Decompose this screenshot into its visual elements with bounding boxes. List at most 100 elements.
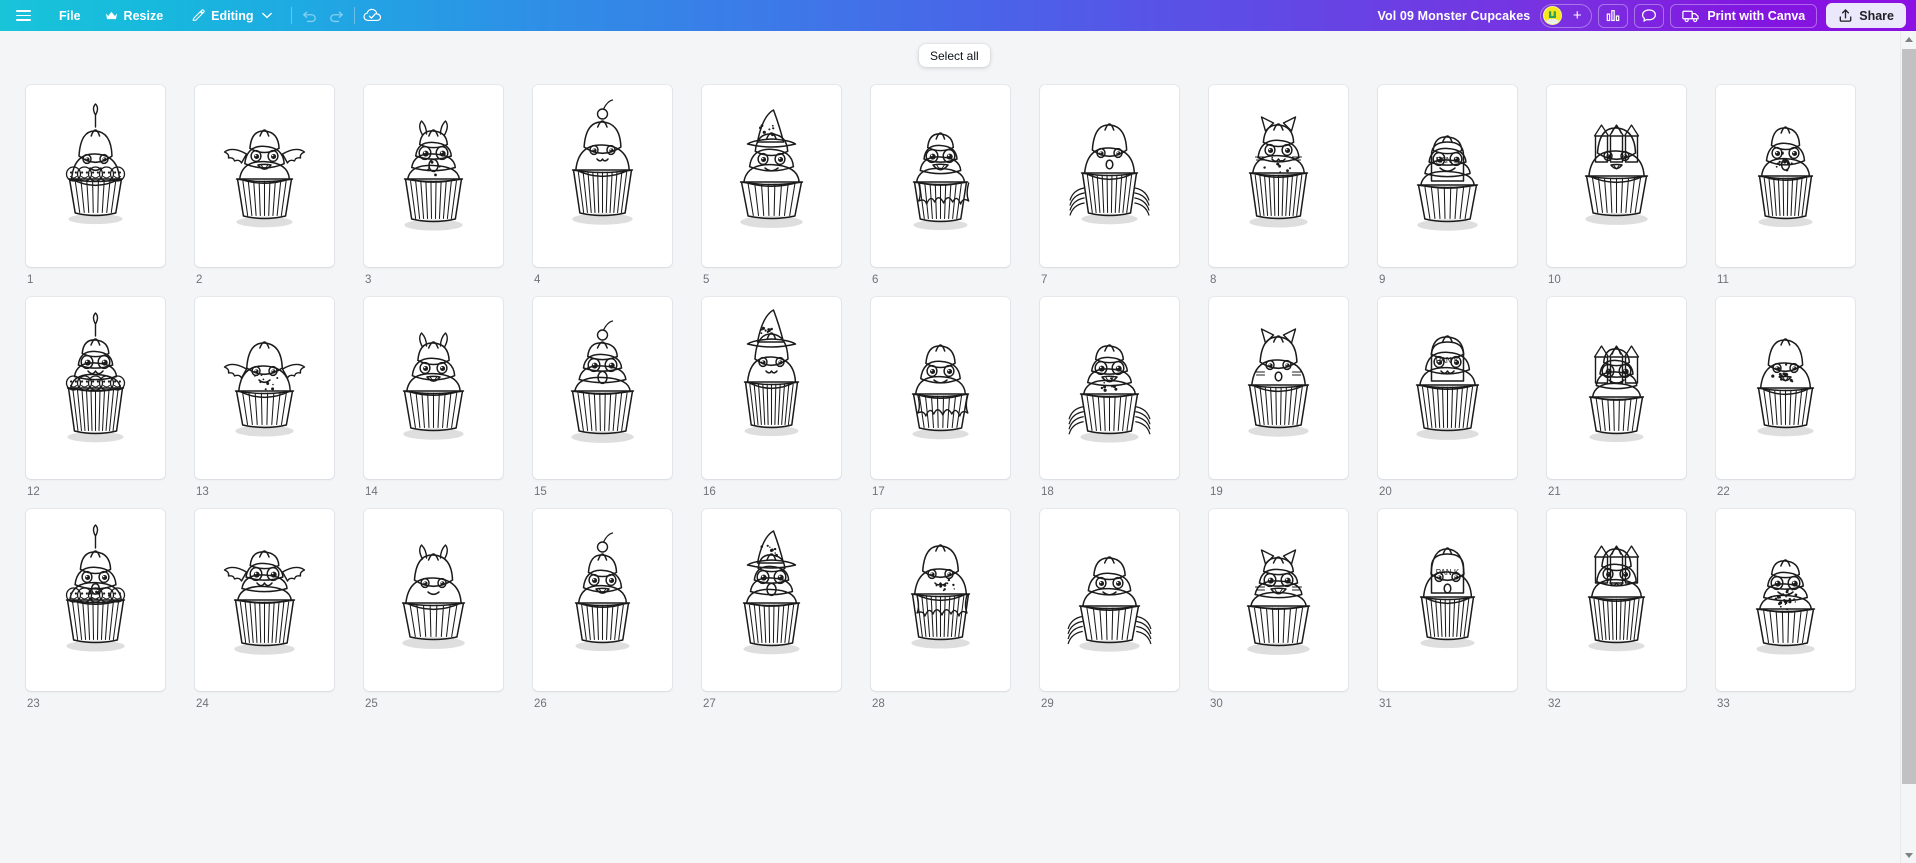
page-number: 7 — [1041, 274, 1048, 286]
page-thumbnail[interactable] — [871, 297, 1010, 479]
avatar-artwork-icon — [1546, 11, 1560, 24]
svg-text:PAN K: PAN K — [1436, 156, 1460, 165]
scrollbar-thumb[interactable] — [1902, 49, 1916, 784]
page-thumbnail[interactable] — [26, 85, 165, 267]
page-thumbnail[interactable] — [1040, 509, 1179, 691]
page-cell: 4 — [533, 85, 672, 287]
undo-icon — [302, 11, 316, 22]
page-cell: 13 — [195, 297, 334, 499]
page-number: 22 — [1717, 486, 1730, 498]
page-cell: PAN K 20 — [1378, 297, 1517, 499]
page-thumbnail[interactable] — [533, 509, 672, 691]
page-cell: 19 — [1209, 297, 1348, 499]
pencil-icon — [192, 8, 205, 21]
page-thumbnail[interactable] — [1716, 509, 1855, 691]
page-thumbnail[interactable] — [1040, 85, 1179, 267]
cupcake-melting-zombie-pile-icon — [910, 544, 971, 649]
page-number: 26 — [534, 698, 547, 710]
page-thumbnail[interactable] — [1716, 297, 1855, 479]
redo-button[interactable] — [323, 4, 349, 28]
avatar[interactable] — [1543, 6, 1563, 25]
page-thumbnail[interactable]: PAN K — [1378, 509, 1517, 691]
editing-mode-button[interactable]: Editing — [182, 4, 280, 28]
cupcake-eyeball-swirl-topping-icon — [223, 550, 306, 655]
page-thumbnail[interactable] — [1209, 297, 1348, 479]
editing-label: Editing — [211, 8, 254, 23]
page-thumbnail[interactable] — [195, 509, 334, 691]
cupcake-horned-devil-swirl-icon: PAN K — [1416, 135, 1479, 231]
page-cell: 7 — [1040, 85, 1179, 287]
page-thumbnail[interactable] — [1716, 85, 1855, 267]
page-thumbnail[interactable] — [533, 297, 672, 479]
page-thumbnail[interactable] — [871, 509, 1010, 691]
cupcake-bat-wings-smile-small-icon — [742, 530, 801, 655]
page-thumbnail[interactable] — [364, 509, 503, 691]
page-thumbnail[interactable] — [702, 85, 841, 267]
page-cell: 22 — [1716, 297, 1855, 499]
page-thumbnail[interactable] — [702, 509, 841, 691]
svg-text:PAN K: PAN K — [1436, 568, 1460, 577]
cupcake-angry-curly-hair-monster-icon — [1584, 124, 1649, 225]
page-number: 11 — [1717, 274, 1729, 286]
page-thumbnail[interactable] — [26, 509, 165, 691]
page-cell: 11 — [1716, 85, 1855, 287]
page-cell: 29 — [1040, 509, 1179, 711]
vertical-scrollbar[interactable] — [1900, 31, 1916, 863]
scroll-down-arrow-button[interactable] — [1901, 847, 1916, 863]
page-number: 12 — [27, 486, 40, 498]
page-thumbnail[interactable] — [1547, 297, 1686, 479]
page-cell: 32 — [1547, 509, 1686, 711]
cupcake-unicorn-horn-monster-icon — [223, 341, 306, 437]
page-grid-scroll-area[interactable]: 1 2 3 4 5 6 7 8 PAN K 9 10 11 12 13 14 15 16 17 18 19 PAN K2… — [0, 31, 1900, 863]
delivery-truck-icon — [1682, 10, 1699, 22]
scroll-up-arrow-button[interactable] — [1901, 31, 1916, 47]
add-collaborator-button[interactable]: + — [1566, 5, 1588, 27]
print-with-canva-button[interactable]: Print with Canva — [1670, 3, 1818, 28]
select-all-button[interactable]: Select all — [919, 44, 990, 67]
page-cell: 10 — [1547, 85, 1686, 287]
page-thumbnail[interactable]: PAN K — [1378, 85, 1517, 267]
page-thumbnail[interactable] — [364, 297, 503, 479]
cupcake-cyclops-dark-liner-icon — [1247, 328, 1310, 437]
page-thumbnail[interactable] — [702, 297, 841, 479]
page-cell: 17 — [871, 297, 1010, 499]
cupcake-cat-ears-whiskers-icon — [1248, 116, 1309, 228]
select-all-label: Select all — [930, 48, 979, 63]
page-thumbnail[interactable] — [1547, 509, 1686, 691]
page-thumbnail[interactable] — [871, 85, 1010, 267]
page-number: 10 — [1548, 274, 1561, 286]
page-thumbnail[interactable] — [1547, 85, 1686, 267]
page-thumbnail[interactable] — [1209, 85, 1348, 267]
comments-button[interactable] — [1634, 3, 1665, 28]
page-cell: 27 — [702, 509, 841, 711]
page-thumbnail[interactable] — [1040, 297, 1179, 479]
page-number: 20 — [1379, 486, 1392, 498]
page-thumbnail[interactable] — [26, 297, 165, 479]
cloud-save-status-button[interactable] — [360, 4, 386, 28]
insights-button[interactable] — [1598, 3, 1629, 28]
page-thumbnail[interactable] — [1209, 509, 1348, 691]
share-upload-icon — [1839, 9, 1852, 22]
page-thumbnail[interactable]: PAN K — [1378, 297, 1517, 479]
cupcake-winking-monster-fangs-icon — [1587, 545, 1646, 652]
page-number: 16 — [703, 486, 716, 498]
hamburger-menu-button[interactable] — [10, 4, 36, 28]
page-thumbnail[interactable] — [195, 85, 334, 267]
page-cell: 30 — [1209, 509, 1348, 711]
page-number: 15 — [534, 486, 547, 498]
page-thumbnail[interactable] — [533, 85, 672, 267]
resize-button[interactable]: Resize — [96, 4, 173, 28]
cloud-check-icon — [363, 8, 382, 22]
page-number: 27 — [703, 698, 716, 710]
crown-icon — [105, 11, 117, 20]
page-cell: PAN K 9 — [1378, 85, 1517, 287]
page-thumbnail[interactable] — [195, 297, 334, 479]
page-number: 31 — [1379, 698, 1392, 710]
document-title[interactable]: Vol 09 Monster Cupcakes — [1368, 9, 1541, 23]
share-button[interactable]: Share — [1826, 3, 1906, 28]
page-number: 28 — [872, 698, 885, 710]
file-menu-button[interactable]: File — [50, 4, 90, 28]
page-thumbnail[interactable] — [364, 85, 503, 267]
undo-button[interactable] — [297, 4, 323, 28]
page-cell: 3 — [364, 85, 503, 287]
